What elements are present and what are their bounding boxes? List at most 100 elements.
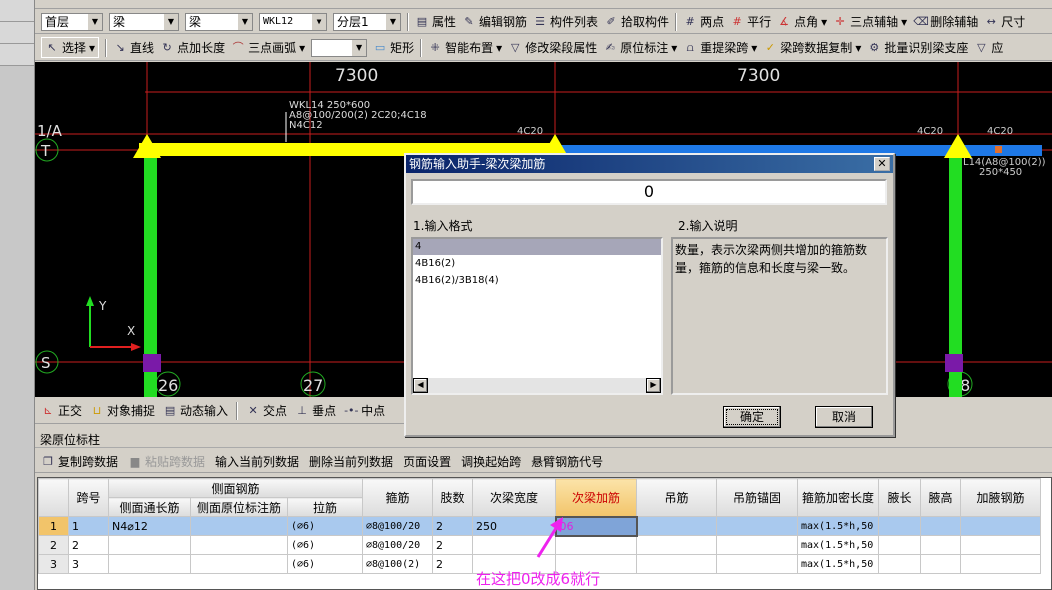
paste-span-button[interactable]: ▆ 粘贴跨数据	[128, 453, 205, 470]
two-point-axis-button[interactable]: # 两点	[683, 13, 724, 30]
layer-select[interactable]: 分层1 ▼	[333, 12, 401, 31]
table-cell[interactable]: 2	[432, 535, 473, 555]
column-header[interactable]: 箍筋	[362, 478, 433, 517]
type-select[interactable]: 梁 ▼	[185, 12, 253, 31]
component-select[interactable]: WKL12 ▼	[259, 12, 327, 31]
scroll-left-icon[interactable]: ◀	[413, 378, 428, 393]
table-cell[interactable]: (⌀6)	[287, 535, 363, 555]
row-number[interactable]: 3	[38, 554, 69, 574]
table-cell[interactable]	[960, 554, 1041, 574]
intersection-snap[interactable]: ✕ 交点	[246, 402, 287, 419]
table-cell[interactable]	[920, 554, 961, 574]
perpendicular-snap[interactable]: ⊥ 垂点	[295, 402, 336, 419]
column-header[interactable]: 肢数	[432, 478, 473, 517]
table-cell[interactable]	[190, 554, 288, 574]
column-header[interactable]: 侧面原位标注筋	[190, 497, 288, 517]
column-header[interactable]: 吊筋锚固	[716, 478, 798, 517]
ortho-toggle[interactable]: ⊾ 正交	[41, 402, 82, 419]
table-cell[interactable]	[960, 535, 1041, 555]
dynamic-input-toggle[interactable]: ▤ 动态输入	[163, 402, 228, 419]
table-cell[interactable]	[108, 535, 191, 555]
table-cell[interactable]: ⌀8@100/20	[362, 516, 433, 536]
point-angle-button[interactable]: ∡ 点角 ▾	[777, 13, 827, 30]
object-snap-toggle[interactable]: ⊔ 对象捕捉	[90, 402, 155, 419]
three-point-arc-button[interactable]: ⌒ 三点画弧 ▾	[231, 39, 306, 56]
column-header-active[interactable]: 次梁加筋	[555, 478, 637, 517]
floor-select[interactable]: 首层 ▼	[41, 12, 103, 31]
delete-column-button[interactable]: 删除当前列数据	[309, 453, 393, 470]
column-header[interactable]: 拉筋	[287, 497, 363, 517]
table-cell[interactable]	[878, 516, 921, 536]
select-button[interactable]: ↖ 选择 ▾	[41, 37, 100, 58]
line-button[interactable]: ↘ 直线	[113, 39, 154, 56]
table-cell[interactable]	[636, 554, 717, 574]
table-cell[interactable]	[878, 554, 921, 574]
dimension-button[interactable]: ↔ 尺寸	[984, 13, 1026, 30]
table-cell[interactable]	[636, 535, 717, 555]
table-cell[interactable]: (⌀6)	[287, 516, 363, 536]
table-cell[interactable]: 2	[432, 554, 473, 574]
in-place-annotation-button[interactable]: ✍ 原位标注 ▾	[603, 39, 678, 56]
swap-start-span-button[interactable]: 调换起始跨	[461, 453, 521, 470]
column-header[interactable]: 次梁宽度	[472, 478, 556, 517]
format-option[interactable]: 4	[413, 239, 661, 255]
scroll-right-icon[interactable]: ▶	[646, 378, 661, 393]
column-header[interactable]: 侧面通长筋	[108, 497, 191, 517]
table-cell[interactable]: ⌀8@100/20	[362, 535, 433, 555]
table-cell[interactable]: max(1.5*h,50	[797, 516, 879, 536]
horizontal-scrollbar[interactable]: ◀ ▶	[413, 378, 661, 393]
copy-span-button[interactable]: ❐ 复制跨数据	[41, 453, 118, 470]
rectangle-button[interactable]: ▭ 矩形	[373, 39, 414, 56]
smart-layout-button[interactable]: ⁜ 智能布置 ▾	[428, 39, 503, 56]
delete-axis-button[interactable]: ⌫ 删除辅轴	[913, 13, 978, 30]
table-cell[interactable]	[878, 535, 921, 555]
table-cell[interactable]	[716, 535, 798, 555]
table-cell[interactable]	[190, 535, 288, 555]
column-header[interactable]: 箍筋加密长度	[797, 478, 879, 517]
format-option[interactable]: 4B16(2)/3B18(4)	[413, 272, 661, 289]
edit-rebar-button[interactable]: ✎ 编辑钢筋	[462, 13, 527, 30]
input-column-button[interactable]: 输入当前列数据	[215, 453, 299, 470]
table-cell[interactable]	[920, 535, 961, 555]
table-cell[interactable]	[108, 554, 191, 574]
table-cell[interactable]: 1	[68, 516, 109, 536]
pick-component-button[interactable]: ✐ 拾取构件	[604, 13, 669, 30]
row-number[interactable]: 1	[38, 516, 69, 536]
column-header[interactable]: 加腋钢筋	[960, 478, 1041, 517]
three-point-axis-button[interactable]: ✛ 三点辅轴 ▾	[833, 13, 908, 30]
table-cell[interactable]	[960, 516, 1041, 536]
copy-span-data-button[interactable]: ✓ 梁跨数据复制 ▾	[763, 39, 862, 56]
column-header[interactable]: 腋高	[920, 478, 961, 517]
table-cell[interactable]: 2	[68, 535, 109, 555]
modify-beam-props-button[interactable]: ▽ 修改梁段属性	[508, 39, 597, 56]
table-cell[interactable]: max(1.5*h,50	[797, 535, 879, 555]
format-option[interactable]: 4B16(2)	[413, 255, 661, 272]
midpoint-snap[interactable]: -•- 中点	[344, 402, 385, 419]
table-cell[interactable]: max(1.5*h,50	[797, 554, 879, 574]
table-cell[interactable]	[636, 516, 717, 536]
column-header[interactable]: 吊筋	[636, 478, 717, 517]
close-icon[interactable]: ✕	[874, 157, 890, 171]
row-number[interactable]: 2	[38, 535, 69, 555]
table-cell[interactable]: N4⌀12	[108, 516, 191, 536]
cancel-button[interactable]: 取消	[815, 406, 873, 428]
page-setup-button[interactable]: 页面设置	[403, 453, 451, 470]
apply-button[interactable]: ▽ 应	[974, 39, 1003, 56]
table-cell[interactable]: 3	[68, 554, 109, 574]
column-header[interactable]: 跨号	[68, 478, 109, 517]
table-cell[interactable]: 2	[432, 516, 473, 536]
format-list[interactable]: 4 4B16(2) 4B16(2)/3B18(4) ◀ ▶	[411, 237, 663, 395]
component-list-button[interactable]: ☰ 构件列表	[533, 13, 598, 30]
category-select[interactable]: 梁 ▼	[109, 12, 179, 31]
ok-button[interactable]: 确定	[723, 406, 781, 428]
cantilever-code-button[interactable]: 悬臂钢筋代号	[531, 453, 603, 470]
table-cell[interactable]: ⌀8@100(2)	[362, 554, 433, 574]
batch-identify-support-button[interactable]: ⚙ 批量识别梁支座	[867, 39, 968, 56]
table-cell[interactable]	[716, 554, 798, 574]
grip-point[interactable]	[995, 146, 1002, 153]
point-length-button[interactable]: ↻ 点加长度	[160, 39, 225, 56]
shape-combo[interactable]: ▼	[311, 38, 368, 57]
table-cell[interactable]	[920, 516, 961, 536]
value-input[interactable]: 0	[411, 179, 887, 205]
column-header[interactable]: 腋长	[878, 478, 921, 517]
